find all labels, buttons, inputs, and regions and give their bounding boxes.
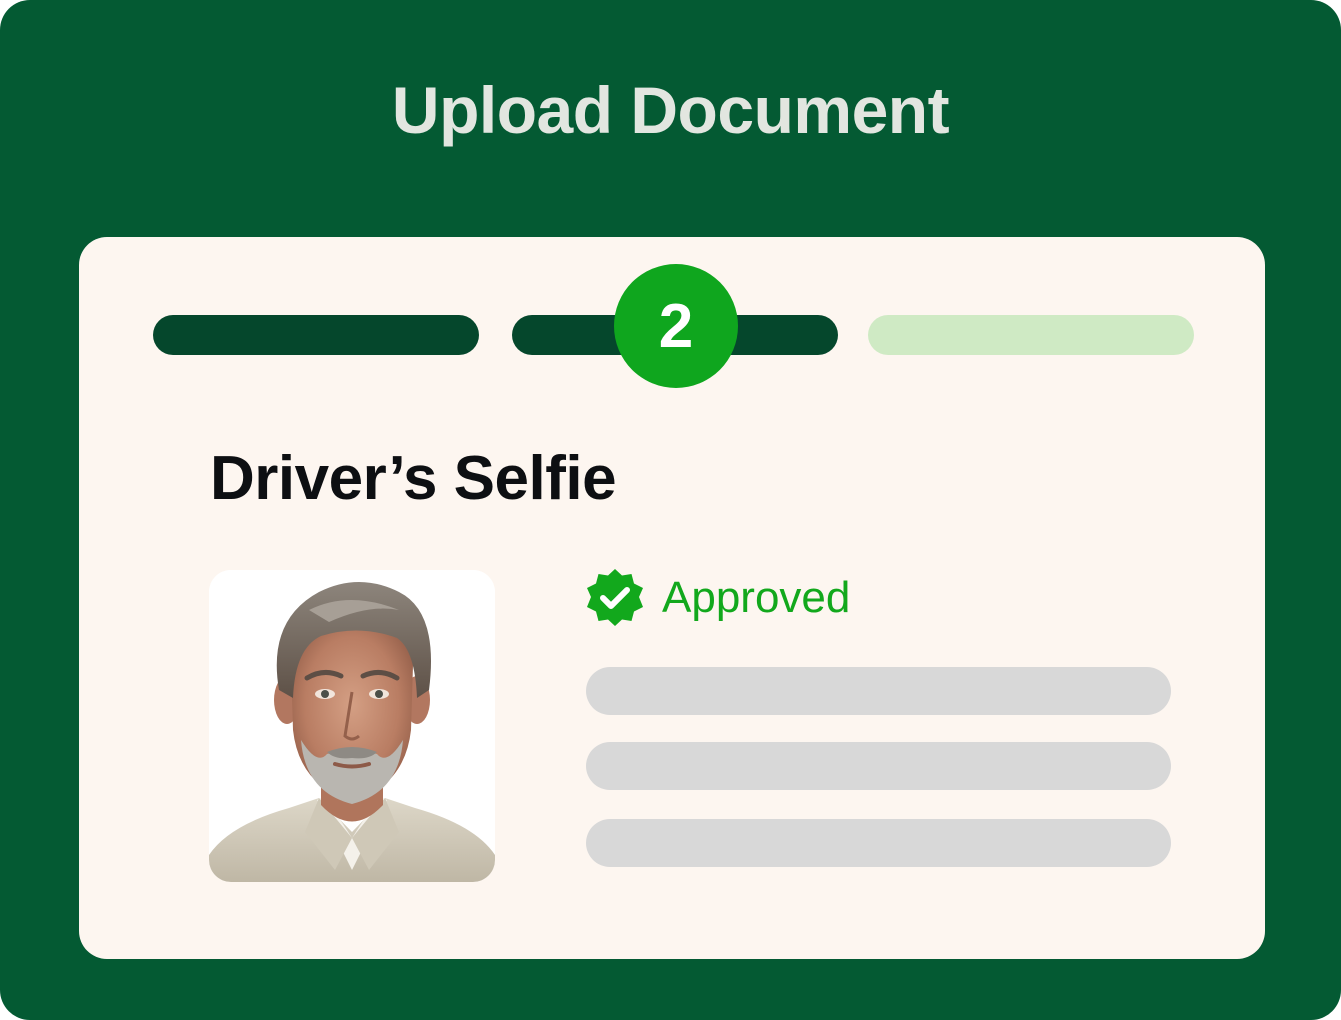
status-label: Approved	[662, 573, 851, 622]
selfie-photo	[209, 570, 495, 882]
progress-step-3	[868, 315, 1194, 355]
document-card: 2 Driver’s Selfie Approved	[79, 237, 1265, 959]
section-title: Driver’s Selfie	[210, 444, 617, 513]
approval-status: Approved	[584, 567, 850, 629]
progress-step-1	[153, 315, 479, 355]
placeholder-line	[586, 667, 1171, 715]
page-title: Upload Document	[391, 73, 950, 147]
placeholder-line	[586, 742, 1171, 790]
current-step-badge: 2	[614, 264, 738, 388]
portrait-photo	[209, 570, 495, 882]
placeholder-line	[586, 819, 1171, 867]
upload-document-panel: Upload Document 2 Driver’s Selfie Approv…	[0, 0, 1341, 1020]
verified-badge-check-icon	[584, 567, 646, 629]
